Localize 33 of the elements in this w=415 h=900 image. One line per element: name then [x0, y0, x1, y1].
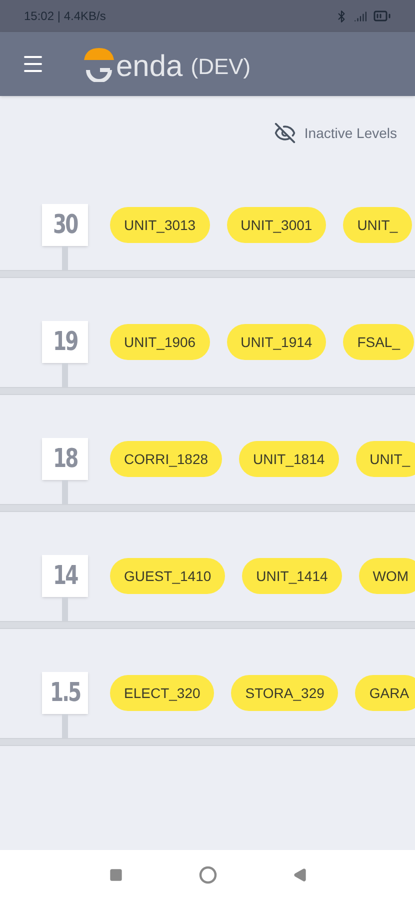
home-icon[interactable]	[198, 866, 216, 884]
unit-chip[interactable]: UNIT_1814	[239, 441, 339, 477]
unit-chip[interactable]: ELECT_320	[110, 675, 214, 711]
app-title: enda	[116, 52, 183, 82]
unit-chip[interactable]: GARA	[355, 675, 415, 711]
sign-post	[62, 480, 68, 504]
sign-post	[62, 597, 68, 621]
back-icon[interactable]	[292, 868, 306, 882]
unit-chip[interactable]: UNIT_1414	[242, 558, 342, 594]
level-sign: 19	[42, 321, 88, 363]
unit-chip[interactable]: UNIT_1914	[226, 324, 326, 360]
recents-icon[interactable]	[108, 868, 122, 882]
level-sign: 30	[42, 204, 88, 246]
hidden-eye-icon	[274, 122, 296, 144]
unit-chip[interactable]: UNIT_3013	[110, 207, 210, 243]
level-sign: 14	[42, 555, 88, 597]
unit-chip[interactable]: WOM	[358, 558, 415, 594]
env-label: (DEV)	[190, 56, 251, 78]
status-text: 15:02 | 4.4KB/s	[24, 8, 106, 25]
unit-chip[interactable]: STORA_329	[231, 675, 338, 711]
sign-post	[62, 363, 68, 387]
unit-chip[interactable]: FSAL_	[343, 324, 414, 360]
bluetooth-icon	[335, 10, 348, 22]
unit-chip[interactable]: UNIT_	[356, 441, 415, 477]
unit-chip[interactable]: UNIT_1906	[110, 324, 210, 360]
unit-chip[interactable]: GUEST_1410	[110, 558, 226, 594]
sign-post	[62, 246, 68, 270]
unit-chip[interactable]: CORRI_1828	[110, 441, 222, 477]
sign-post	[62, 714, 68, 738]
level-sign: 1.5	[42, 672, 88, 714]
unit-chip[interactable]: UNIT_3001	[226, 207, 326, 243]
level-sign: 18	[42, 438, 88, 480]
unit-chip[interactable]: UNIT_	[343, 207, 412, 243]
